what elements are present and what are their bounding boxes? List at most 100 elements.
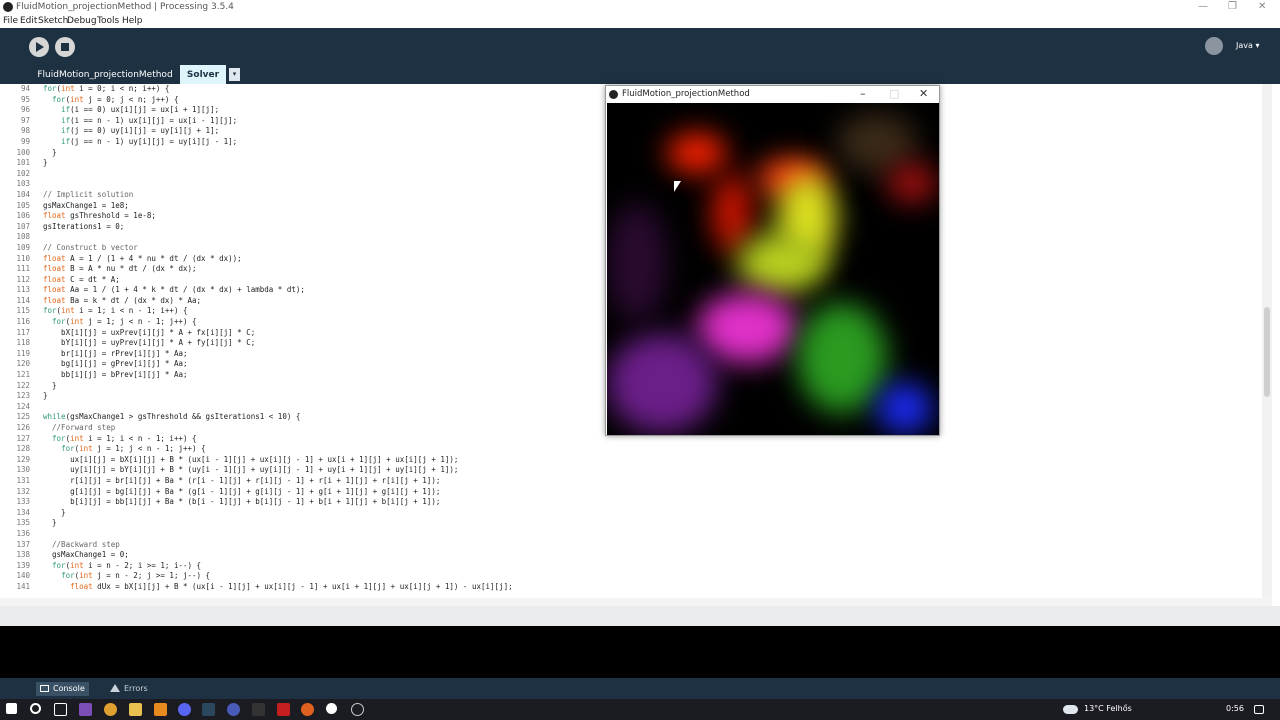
code-line[interactable]: if(i == n - 1) ux[i][j] = ux[i - 1][j]; bbox=[43, 116, 513, 127]
code-line[interactable]: for(int j = 1; j < n - 1; j++) { bbox=[43, 317, 513, 328]
stop-button[interactable] bbox=[55, 37, 75, 57]
acrobat-icon[interactable] bbox=[277, 703, 290, 716]
code-area[interactable]: for(int i = 0; i < n; i++) { for(int j =… bbox=[43, 84, 513, 593]
debugger-icon[interactable] bbox=[1205, 37, 1223, 55]
errors-tab[interactable]: Errors bbox=[106, 682, 152, 696]
code-line[interactable]: for(int i = 0; i < n; i++) { bbox=[43, 84, 513, 95]
visual-studio-icon[interactable] bbox=[79, 703, 92, 716]
code-line[interactable]: if(i == 0) ux[i][j] = ux[i + 1][j]; bbox=[43, 105, 513, 116]
terminal-icon[interactable] bbox=[252, 703, 265, 716]
code-line[interactable]: if(j == n - 1) uy[i][j] = uy[i][j - 1]; bbox=[43, 137, 513, 148]
code-line[interactable]: } bbox=[43, 518, 513, 529]
app-icon[interactable] bbox=[227, 703, 240, 716]
menu-help[interactable]: Help bbox=[122, 16, 143, 26]
code-line[interactable]: } bbox=[43, 391, 513, 402]
clock-time[interactable]: 0:56 bbox=[1226, 704, 1244, 713]
sketch-window[interactable]: FluidMotion_projectionMethod – □ ✕ bbox=[605, 85, 940, 436]
code-line[interactable]: br[i][j] = rPrev[i][j] * Aa; bbox=[43, 349, 513, 360]
line-number: 100 bbox=[16, 147, 30, 157]
code-line[interactable]: g[i][j] = bg[i][j] + Ba * (g[i - 1][j] +… bbox=[43, 487, 513, 498]
code-line[interactable]: for(int i = 1; i < n - 1; i++) { bbox=[43, 306, 513, 317]
line-number: 140 bbox=[16, 571, 30, 581]
code-line[interactable]: while(gsMaxChange1 > gsThreshold && gsIt… bbox=[43, 412, 513, 423]
code-line[interactable]: // Implicit solution bbox=[43, 190, 513, 201]
code-line[interactable]: uy[i][j] = bY[i][j] + B * (uy[i - 1][j] … bbox=[43, 465, 513, 476]
steam-icon[interactable] bbox=[202, 703, 215, 716]
code-line[interactable]: float dUx = bX[i][j] + B * (ux[i - 1][j]… bbox=[43, 582, 513, 593]
code-line[interactable]: if(j == 0) uy[i][j] = uy[i][j + 1]; bbox=[43, 126, 513, 137]
code-line[interactable]: bg[i][j] = gPrev[i][j] * Aa; bbox=[43, 359, 513, 370]
clock-app-icon[interactable] bbox=[351, 703, 364, 716]
code-line[interactable]: // Construct b vector bbox=[43, 243, 513, 254]
weather-cloud-icon[interactable] bbox=[1063, 705, 1078, 714]
sketch-close-icon[interactable]: ✕ bbox=[919, 87, 928, 100]
processing-taskbar-icon[interactable] bbox=[326, 703, 337, 714]
fluid-simulation-canvas[interactable] bbox=[607, 103, 939, 435]
menu-edit[interactable]: Edit bbox=[20, 16, 37, 26]
code-line[interactable]: b[i][j] = bb[i][j] + Ba * (b[i - 1][j] +… bbox=[43, 497, 513, 508]
code-line[interactable]: float Ba = k * dt / (dx * dx) * Aa; bbox=[43, 296, 513, 307]
tab-solver[interactable]: Solver bbox=[180, 65, 226, 84]
line-number-gutter: 94 95 96 97 98 99 100 101 102 103 104 105 106 107 108 1… bbox=[0, 84, 30, 593]
close-icon[interactable]: ✕ bbox=[1258, 1, 1266, 12]
file-explorer-icon[interactable] bbox=[129, 703, 142, 716]
minimize-icon[interactable]: — bbox=[1198, 1, 1208, 12]
menu-debug[interactable]: Debug bbox=[67, 16, 97, 26]
editor-vertical-scrollbar[interactable] bbox=[1262, 84, 1272, 598]
console-divider[interactable] bbox=[0, 606, 1280, 626]
code-line[interactable]: r[i][j] = br[i][j] + Ba * (r[i - 1][j] +… bbox=[43, 476, 513, 487]
code-line[interactable]: for(int j = n - 2; j >= 1; j--) { bbox=[43, 571, 513, 582]
vlc-icon[interactable] bbox=[154, 703, 167, 716]
task-view-icon[interactable] bbox=[54, 703, 67, 716]
code-line[interactable] bbox=[43, 169, 513, 180]
code-line[interactable]: gsMaxChange1 = 1e8; bbox=[43, 201, 513, 212]
menu-file[interactable]: File bbox=[3, 16, 18, 26]
mode-selector[interactable]: Java ▾ bbox=[1236, 41, 1259, 50]
tab-menu-button[interactable]: ▾ bbox=[229, 68, 240, 81]
code-line[interactable] bbox=[43, 179, 513, 190]
media-icon[interactable] bbox=[301, 703, 314, 716]
scrollbar-thumb[interactable] bbox=[1264, 307, 1270, 397]
notifications-icon[interactable] bbox=[1254, 705, 1264, 714]
restore-icon[interactable]: ❐ bbox=[1228, 1, 1237, 12]
editor-horizontal-scrollbar[interactable] bbox=[0, 598, 1272, 606]
code-line[interactable] bbox=[43, 232, 513, 243]
code-line[interactable] bbox=[43, 402, 513, 413]
windows-start-icon[interactable] bbox=[6, 703, 17, 714]
code-line[interactable]: float A = 1 / (1 + 4 * nu * dt / (dx * d… bbox=[43, 254, 513, 265]
search-icon[interactable] bbox=[30, 703, 41, 714]
code-line[interactable]: bY[i][j] = uyPrev[i][j] * A + fy[i][j] *… bbox=[43, 338, 513, 349]
sketch-minimize-icon[interactable]: – bbox=[860, 87, 866, 100]
code-line[interactable]: bb[i][j] = bPrev[i][j] * Aa; bbox=[43, 370, 513, 381]
code-line[interactable]: //Forward step bbox=[43, 423, 513, 434]
code-line[interactable]: ux[i][j] = bX[i][j] + B * (ux[i - 1][j] … bbox=[43, 455, 513, 466]
run-button[interactable] bbox=[29, 37, 49, 57]
code-line[interactable]: //Backward step bbox=[43, 540, 513, 551]
code-line[interactable]: } bbox=[43, 158, 513, 169]
code-line[interactable]: for(int j = 1; j < n - 1; j++) { bbox=[43, 444, 513, 455]
code-line[interactable]: } bbox=[43, 508, 513, 519]
code-line[interactable]: gsMaxChange1 = 0; bbox=[43, 550, 513, 561]
code-line[interactable]: float Aa = 1 / (1 + 4 * k * dt / (dx * d… bbox=[43, 285, 513, 296]
code-line[interactable]: float B = A * nu * dt / (dx * dx); bbox=[43, 264, 513, 275]
line-number: 132 bbox=[16, 486, 30, 496]
discord-icon[interactable] bbox=[178, 703, 191, 716]
code-line[interactable]: bX[i][j] = uxPrev[i][j] * A + fx[i][j] *… bbox=[43, 328, 513, 339]
code-line[interactable]: float gsThreshold = 1e-8; bbox=[43, 211, 513, 222]
console-tab[interactable]: Console bbox=[36, 682, 89, 696]
code-line[interactable]: } bbox=[43, 381, 513, 392]
code-line[interactable]: for(int i = 1; i < n - 1; i++) { bbox=[43, 434, 513, 445]
chrome-icon[interactable] bbox=[104, 703, 117, 716]
menu-sketch[interactable]: Sketch bbox=[38, 16, 68, 26]
menu-tools[interactable]: Tools bbox=[97, 16, 119, 26]
weather-text[interactable]: 13°C Felhős bbox=[1084, 704, 1132, 713]
code-line[interactable]: for(int j = 0; j < n; j++) { bbox=[43, 95, 513, 106]
code-line[interactable] bbox=[43, 529, 513, 540]
code-line[interactable]: float C = dt * A; bbox=[43, 275, 513, 286]
fluid-green-blob bbox=[797, 303, 887, 413]
code-line[interactable]: gsIterations1 = 0; bbox=[43, 222, 513, 233]
line-number: 120 bbox=[16, 359, 30, 369]
tab-fluidmotion[interactable]: FluidMotion_projectionMethod bbox=[30, 65, 180, 84]
code-line[interactable]: for(int i = n - 2; i >= 1; i--) { bbox=[43, 561, 513, 572]
code-line[interactable]: } bbox=[43, 148, 513, 159]
